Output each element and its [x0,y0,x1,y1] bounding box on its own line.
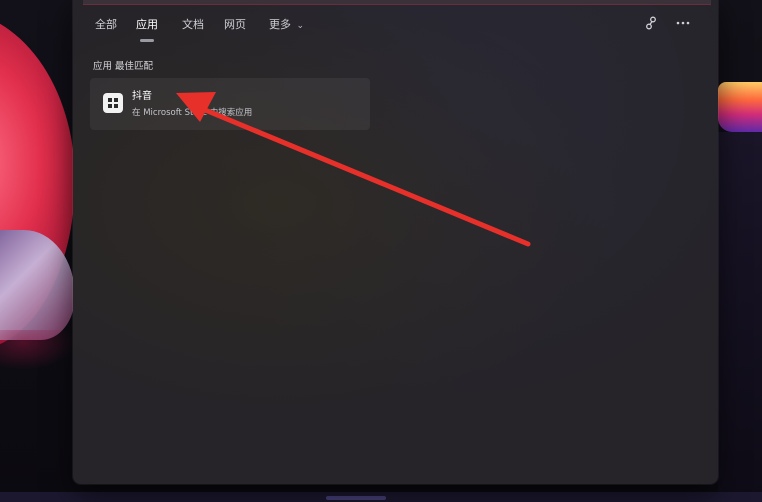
search-panel: 全部 应用 文档 网页 更多 ⌄ 应用 最佳匹配 抖音 在 Microsoft … [73,0,718,484]
wallpaper-shadow-right [718,132,762,502]
tab-documents[interactable]: 文档 [182,12,204,38]
tab-label: 文档 [182,18,204,31]
tab-apps[interactable]: 应用 [136,12,158,42]
tab-web[interactable]: 网页 [224,12,246,38]
tab-all[interactable]: 全部 [95,12,117,38]
taskbar-indicator [326,496,386,500]
filter-tabs: 全部 应用 文档 网页 更多 ⌄ [73,12,718,42]
best-match-heading: 应用 最佳匹配 [93,61,154,72]
taskbar [0,492,762,502]
chevron-down-icon: ⌄ [296,21,305,31]
result-subtitle: 在 Microsoft Store 中搜索应用 [132,108,253,118]
active-tab-indicator [140,39,154,42]
store-app-icon [103,93,123,113]
more-icon [676,21,690,25]
search-box-edge[interactable] [83,0,711,5]
tab-label: 应用 [136,18,158,31]
tab-more[interactable]: 更多 ⌄ [269,12,304,38]
share-button[interactable] [640,12,662,34]
tab-label: 全部 [95,18,117,31]
tab-label: 网页 [224,18,246,31]
tab-label: 更多 [269,18,291,31]
more-options-button[interactable] [672,12,694,34]
wallpaper-band-right [718,82,762,132]
wallpaper-glow [0,330,75,370]
result-title: 抖音 [132,91,152,102]
share-icon [646,16,656,30]
best-match-result[interactable]: 抖音 在 Microsoft Store 中搜索应用 [90,78,370,130]
